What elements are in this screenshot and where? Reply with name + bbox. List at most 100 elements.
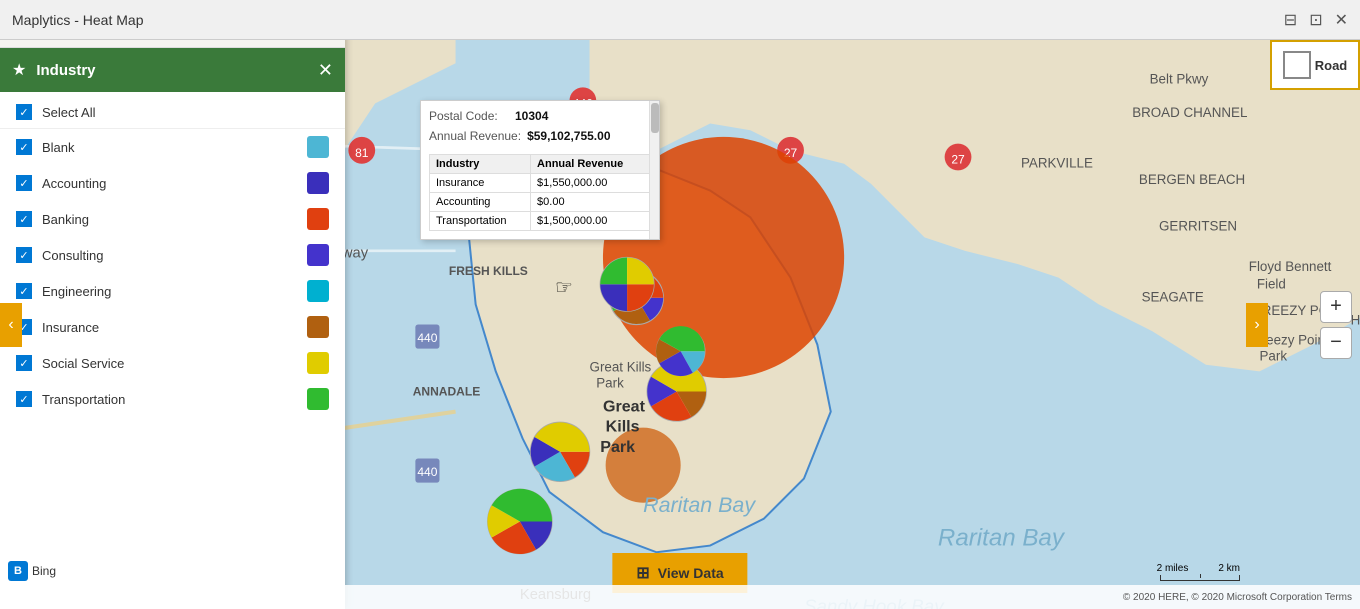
- filter-item[interactable]: Banking: [0, 201, 345, 237]
- svg-text:ANNADALE: ANNADALE: [413, 385, 481, 399]
- svg-text:GERRITSEN: GERRITSEN: [1159, 219, 1237, 234]
- svg-text:Great Kills: Great Kills: [590, 359, 652, 374]
- bing-icon: B: [8, 561, 28, 581]
- postal-code-value: 10304: [515, 109, 548, 123]
- filter-color-7: [307, 388, 329, 410]
- copyright-text: © 2020 HERE, © 2020 Microsoft Corporatio…: [1123, 592, 1352, 603]
- tooltip-row: Transportation$1,500,000.00: [430, 212, 651, 231]
- postal-code-label: Postal Code:: [429, 109, 509, 123]
- copyright-bar: © 2020 HERE, © 2020 Microsoft Corporatio…: [0, 585, 1360, 609]
- svg-text:BROAD CHANNEL: BROAD CHANNEL: [1132, 105, 1247, 120]
- filter-label-6: Social Service: [42, 356, 297, 371]
- road-label: Road: [1315, 58, 1348, 73]
- zoom-controls: + −: [1320, 291, 1352, 359]
- filter-item[interactable]: Social Service: [0, 345, 345, 381]
- map-cursor: ☞: [555, 275, 575, 295]
- tooltip-row: Accounting$0.00: [430, 193, 651, 212]
- filter-item[interactable]: Transportation: [0, 381, 345, 417]
- filter-checkbox-3[interactable]: [16, 247, 32, 263]
- annual-revenue-value: $59,102,755.00: [527, 129, 610, 143]
- tooltip-table: Industry Annual Revenue Insurance$1,550,…: [429, 154, 651, 231]
- tooltip-row: Insurance$1,550,000.00: [430, 174, 651, 193]
- road-view-button[interactable]: Road: [1270, 40, 1360, 90]
- industry-close-button[interactable]: ✕: [318, 60, 333, 81]
- filter-item[interactable]: Insurance: [0, 309, 345, 345]
- filter-checkbox-6[interactable]: [16, 355, 32, 371]
- svg-text:27: 27: [951, 153, 965, 167]
- filter-checkbox-1[interactable]: [16, 175, 32, 191]
- star-icon: ★: [12, 60, 26, 80]
- svg-text:BERGEN BEACH: BERGEN BEACH: [1139, 172, 1245, 187]
- svg-text:PARKVILLE: PARKVILLE: [1021, 156, 1093, 171]
- filter-checkbox-7[interactable]: [16, 391, 32, 407]
- filter-color-1: [307, 172, 329, 194]
- nav-right-button[interactable]: ›: [1246, 303, 1268, 347]
- svg-text:FRESH KILLS: FRESH KILLS: [449, 264, 528, 278]
- filter-label-0: Blank: [42, 140, 297, 155]
- filter-checkbox-2[interactable]: [16, 211, 32, 227]
- filter-item[interactable]: Consulting: [0, 237, 345, 273]
- filter-label-5: Insurance: [42, 320, 297, 335]
- filter-checkbox-4[interactable]: [16, 283, 32, 299]
- svg-text:Park: Park: [600, 438, 635, 456]
- close-button[interactable]: ✕: [1335, 10, 1348, 30]
- svg-text:Raritan Bay: Raritan Bay: [938, 525, 1066, 552]
- road-map-icon: [1283, 51, 1311, 79]
- scale-bar: 2 miles 2 km: [1157, 563, 1240, 581]
- annual-revenue-label: Annual Revenue:: [429, 129, 521, 143]
- filter-label-7: Transportation: [42, 392, 297, 407]
- tooltip-col-industry: Industry: [430, 155, 531, 174]
- filter-color-4: [307, 280, 329, 302]
- zoom-out-button[interactable]: −: [1320, 327, 1352, 359]
- filter-list: Select All Blank Accounting Banking Cons…: [0, 92, 345, 421]
- restore-button[interactable]: ⊡: [1309, 10, 1322, 30]
- filter-item[interactable]: Blank: [0, 129, 345, 165]
- svg-text:Park: Park: [1260, 349, 1288, 364]
- scale-miles: 2 miles: [1157, 563, 1189, 574]
- svg-text:Raritan Bay: Raritan Bay: [643, 493, 756, 517]
- filter-label-1: Accounting: [42, 176, 297, 191]
- industry-header: ★ Industry ✕: [0, 48, 345, 92]
- filter-checkbox-0[interactable]: [16, 139, 32, 155]
- sidebar: 🔥 Heat Map ★ Industry ✕ Select All Blank…: [0, 0, 345, 609]
- svg-text:Floyd Bennett: Floyd Bennett: [1249, 259, 1332, 274]
- svg-text:81: 81: [355, 146, 369, 160]
- select-all-checkbox[interactable]: [16, 104, 32, 120]
- filter-color-0: [307, 136, 329, 158]
- filter-item[interactable]: Engineering: [0, 273, 345, 309]
- svg-text:440: 440: [417, 465, 437, 479]
- svg-text:Belt Pkwy: Belt Pkwy: [1150, 71, 1209, 86]
- title-bar-controls: ⊟ ⊡ ✕: [1284, 10, 1348, 30]
- tooltip: Postal Code: 10304 Annual Revenue: $59,1…: [420, 100, 660, 240]
- filter-label-3: Consulting: [42, 248, 297, 263]
- zoom-in-button[interactable]: +: [1320, 291, 1352, 323]
- minimize-button[interactable]: ⊟: [1284, 10, 1297, 30]
- bing-logo: B Bing: [8, 561, 56, 581]
- table-icon: ⊞: [636, 563, 649, 583]
- tooltip-col-revenue: Annual Revenue: [531, 155, 651, 174]
- scale-km: 2 km: [1218, 563, 1240, 574]
- select-all-label: Select All: [42, 105, 329, 120]
- app-title: Maplytics - Heat Map: [12, 12, 143, 28]
- svg-text:440: 440: [417, 331, 437, 345]
- filter-color-2: [307, 208, 329, 230]
- svg-text:Field: Field: [1257, 276, 1286, 291]
- svg-text:Kills: Kills: [606, 418, 640, 436]
- svg-text:Park: Park: [596, 375, 624, 390]
- svg-text:Great: Great: [603, 398, 646, 416]
- title-bar-left: Maplytics - Heat Map: [12, 12, 143, 28]
- view-data-label: View Data: [658, 565, 724, 581]
- filter-color-6: [307, 352, 329, 374]
- bing-text: Bing: [32, 564, 56, 578]
- title-bar: Maplytics - Heat Map ⊟ ⊡ ✕: [0, 0, 1360, 40]
- industry-label: Industry: [36, 62, 308, 79]
- filter-color-3: [307, 244, 329, 266]
- filter-item[interactable]: Accounting: [0, 165, 345, 201]
- filter-label-4: Engineering: [42, 284, 297, 299]
- collapse-sidebar-button[interactable]: ‹: [0, 303, 22, 347]
- svg-text:HOLLAND: HOLLAND: [1351, 313, 1360, 328]
- svg-text:SEAGATE: SEAGATE: [1142, 290, 1204, 305]
- filter-color-5: [307, 316, 329, 338]
- filter-label-2: Banking: [42, 212, 297, 227]
- select-all-item[interactable]: Select All: [0, 96, 345, 129]
